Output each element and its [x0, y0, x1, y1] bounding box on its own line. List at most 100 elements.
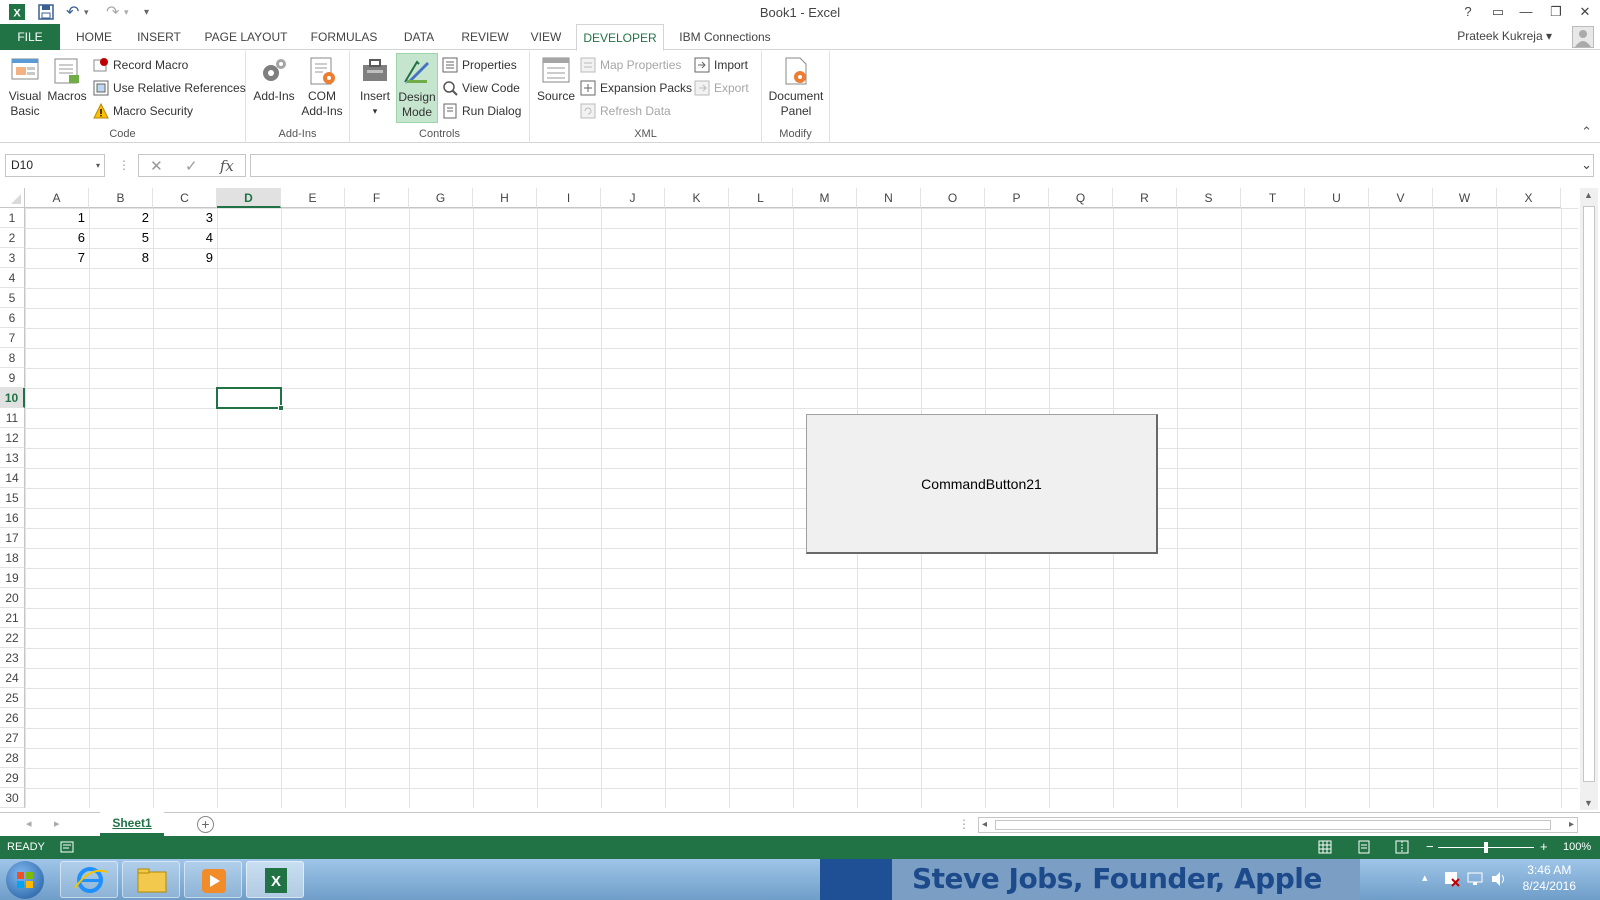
system-clock[interactable]: 3:46 AM 8/24/2016	[1523, 862, 1576, 894]
fill-handle[interactable]	[278, 405, 284, 411]
column-header-l[interactable]: L	[729, 188, 793, 208]
macro-security-button[interactable]: Macro Security	[93, 101, 193, 121]
column-header-x[interactable]: X	[1497, 188, 1561, 208]
document-panel-button[interactable]: Document Panel	[766, 55, 826, 119]
tab-split-grip[interactable]: ⋮	[958, 817, 970, 831]
row-header-23[interactable]: 23	[0, 648, 25, 668]
column-header-b[interactable]: B	[89, 188, 153, 208]
add-sheet-icon[interactable]: +	[197, 816, 214, 833]
tab-review[interactable]: REVIEW	[454, 24, 516, 50]
sheet-tab-sheet1[interactable]: Sheet1	[100, 812, 164, 836]
scroll-right-icon[interactable]: ▸	[1569, 819, 1574, 830]
zoom-out-button[interactable]: −	[1426, 839, 1434, 854]
active-cell[interactable]	[216, 387, 284, 411]
tab-formulas[interactable]: FORMULAS	[304, 24, 384, 50]
restore-button[interactable]: ❐	[1544, 2, 1568, 22]
view-code-button[interactable]: View Code	[442, 78, 520, 98]
row-header-20[interactable]: 20	[0, 588, 25, 608]
row-header-3[interactable]: 3	[0, 248, 25, 268]
normal-view-icon[interactable]	[1318, 840, 1332, 857]
visual-basic-button[interactable]: Visual Basic	[6, 55, 44, 119]
row-header-16[interactable]: 16	[0, 508, 25, 528]
row-header-8[interactable]: 8	[0, 348, 25, 368]
vertical-scrollbar[interactable]: ▲ ▼	[1580, 188, 1598, 810]
column-header-d[interactable]: D	[217, 188, 281, 208]
map-properties-button[interactable]: Map Properties	[580, 55, 681, 75]
row-header-11[interactable]: 11	[0, 408, 25, 428]
tab-data[interactable]: DATA	[394, 24, 444, 50]
tab-file[interactable]: FILE	[0, 24, 60, 50]
user-account[interactable]: Prateek Kukreja ▾	[1457, 29, 1552, 43]
scroll-down-icon[interactable]: ▼	[1584, 798, 1593, 808]
row-header-25[interactable]: 25	[0, 688, 25, 708]
row-header-17[interactable]: 17	[0, 528, 25, 548]
page-layout-view-icon[interactable]	[1357, 840, 1371, 857]
cell-a3[interactable]: 7	[25, 248, 89, 268]
column-header-t[interactable]: T	[1241, 188, 1305, 208]
zoom-slider[interactable]	[1438, 842, 1534, 853]
macros-button[interactable]: Macros	[46, 55, 88, 104]
row-header-27[interactable]: 27	[0, 728, 25, 748]
cell-area[interactable]: 123 654 789	[25, 208, 1578, 808]
taskbar-excel[interactable]: X	[246, 861, 304, 898]
scroll-up-icon[interactable]: ▲	[1584, 190, 1593, 200]
formula-bar-grip[interactable]: ⋮	[118, 158, 130, 172]
sheet-next-icon[interactable]: ▸	[54, 817, 60, 830]
row-header-30[interactable]: 30	[0, 788, 25, 808]
cell-b2[interactable]: 5	[89, 228, 153, 248]
close-button[interactable]: ✕	[1573, 2, 1597, 22]
zoom-in-button[interactable]: +	[1540, 839, 1548, 854]
column-header-v[interactable]: V	[1369, 188, 1433, 208]
column-header-k[interactable]: K	[665, 188, 729, 208]
page-break-view-icon[interactable]	[1395, 840, 1409, 857]
tab-ibm-connections[interactable]: IBM Connections	[672, 24, 778, 50]
row-header-28[interactable]: 28	[0, 748, 25, 768]
row-header-10[interactable]: 10	[0, 388, 25, 408]
sheet-prev-icon[interactable]: ◂	[26, 817, 32, 830]
taskbar-media-player[interactable]	[184, 861, 242, 898]
ribbon-display-options-button[interactable]: ▭	[1486, 2, 1510, 22]
column-header-e[interactable]: E	[281, 188, 345, 208]
add-ins-button[interactable]: Add-Ins	[251, 55, 297, 104]
tab-insert[interactable]: INSERT	[130, 24, 188, 50]
row-header-24[interactable]: 24	[0, 668, 25, 688]
row-header-21[interactable]: 21	[0, 608, 25, 628]
row-header-19[interactable]: 19	[0, 568, 25, 588]
column-header-a[interactable]: A	[25, 188, 89, 208]
properties-button[interactable]: Properties	[442, 55, 517, 75]
column-header-n[interactable]: N	[857, 188, 921, 208]
cell-b3[interactable]: 8	[89, 248, 153, 268]
row-header-29[interactable]: 29	[0, 768, 25, 788]
column-header-h[interactable]: H	[473, 188, 537, 208]
row-header-14[interactable]: 14	[0, 468, 25, 488]
run-dialog-button[interactable]: Run Dialog	[442, 101, 521, 121]
show-hidden-icons-button[interactable]: ▴	[1422, 871, 1428, 884]
worksheet-grid[interactable]: ABCDEFGHIJKLMNOPQRSTUVWX 1 2 3 4 5 6 7 8 9 10 11 12…	[0, 188, 1578, 808]
column-header-q[interactable]: Q	[1049, 188, 1113, 208]
row-header-5[interactable]: 5	[0, 288, 25, 308]
column-header-w[interactable]: W	[1433, 188, 1497, 208]
record-macro-button[interactable]: Record Macro	[93, 55, 188, 75]
formula-input[interactable]	[250, 154, 1594, 177]
name-box-dropdown-icon[interactable]: ▾	[96, 161, 100, 170]
zoom-slider-thumb[interactable]	[1484, 842, 1488, 853]
minimize-button[interactable]: —	[1514, 2, 1538, 22]
scroll-left-icon[interactable]: ◂	[982, 819, 987, 830]
cell-b1[interactable]: 2	[89, 208, 153, 228]
insert-control-button[interactable]: Insert ▾	[356, 55, 394, 119]
volume-icon[interactable]	[1490, 870, 1508, 891]
tab-page-layout[interactable]: PAGE LAYOUT	[198, 24, 294, 50]
macro-recording-icon[interactable]	[60, 840, 74, 857]
column-header-m[interactable]: M	[793, 188, 857, 208]
tab-view[interactable]: VIEW	[526, 24, 566, 50]
tab-home[interactable]: HOME	[68, 24, 120, 50]
column-header-o[interactable]: O	[921, 188, 985, 208]
column-header-j[interactable]: J	[601, 188, 665, 208]
use-relative-references-button[interactable]: Use Relative References	[93, 78, 246, 98]
insert-function-icon[interactable]: fx	[220, 157, 234, 175]
row-header-15[interactable]: 15	[0, 488, 25, 508]
column-header-r[interactable]: R	[1113, 188, 1177, 208]
help-button[interactable]: ?	[1456, 2, 1480, 22]
row-header-7[interactable]: 7	[0, 328, 25, 348]
command-button[interactable]: CommandButton21	[806, 414, 1158, 554]
